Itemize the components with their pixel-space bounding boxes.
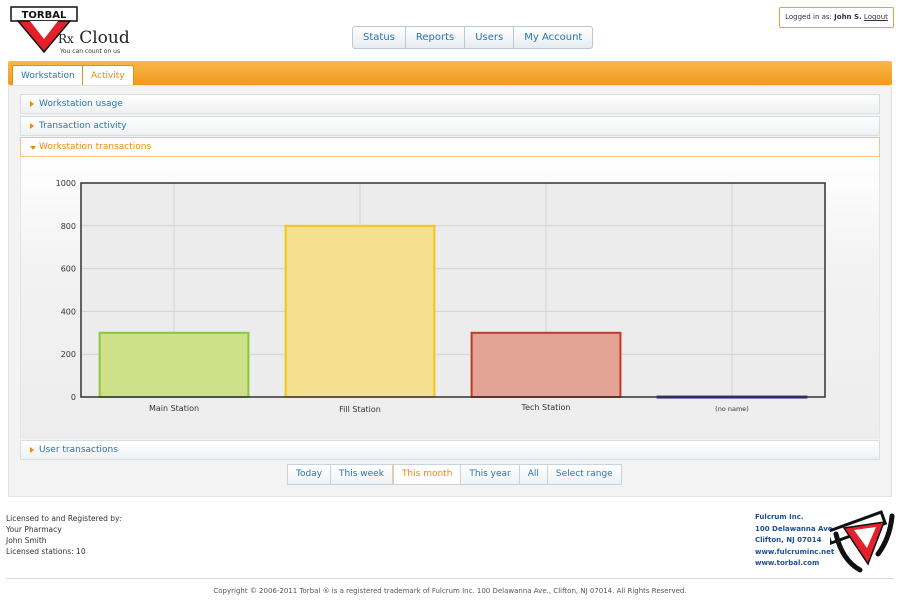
page: TORBAL Rx Cloud You can count on us Stat… xyxy=(0,0,900,604)
product-prefix: Rx xyxy=(58,32,74,46)
expand-arrow-icon xyxy=(30,123,34,129)
y-tick-label: 0 xyxy=(71,393,76,402)
license-stations: Licensed stations: 10 xyxy=(6,547,86,556)
torbal-corner-logo-icon xyxy=(830,510,895,573)
x-tick-label: Main Station xyxy=(149,404,199,413)
login-status: Logged in as: John S. Logout xyxy=(779,7,894,28)
bar xyxy=(284,224,436,398)
collapse-arrow-icon xyxy=(30,146,36,150)
main-nav: Status Reports Users My Account xyxy=(352,26,594,49)
bar xyxy=(98,331,250,398)
logo-wordmark: TORBAL xyxy=(22,10,67,21)
x-tick-label: Fill Station xyxy=(339,405,381,414)
y-tick-label: 600 xyxy=(61,265,76,274)
workstation-transactions-chart: 0 200 400 600 800 1000 Main Station Fill Statio… xyxy=(56,179,826,414)
nav-reports[interactable]: Reports xyxy=(406,27,466,48)
range-today[interactable]: Today xyxy=(288,465,332,484)
accordion-transaction-activity[interactable]: Transaction activity xyxy=(20,116,880,136)
footer-divider xyxy=(6,578,894,579)
y-tick-label: 200 xyxy=(61,350,76,359)
accordion-label: Workstation transactions xyxy=(39,142,152,152)
accordion-workstation-transactions[interactable]: Workstation transactions xyxy=(20,137,880,157)
accordion-user-transactions[interactable]: User transactions xyxy=(20,440,880,460)
company-address2: Clifton, NJ 07014 xyxy=(755,536,822,544)
tab-workstation[interactable]: Workstation xyxy=(12,65,84,85)
license-company: Your Pharmacy xyxy=(6,525,62,534)
logo-wordmark-text: TORBAL xyxy=(22,10,67,21)
company-website2[interactable]: www.torbal.com xyxy=(755,559,819,567)
accordion-label: Workstation usage xyxy=(39,99,123,109)
nav-users[interactable]: Users xyxy=(465,27,515,48)
license-heading: Licensed to and Registered by: xyxy=(6,514,122,523)
expand-arrow-icon xyxy=(30,101,34,107)
copyright: Copyright © 2006-2011 Torbal ® is a regi… xyxy=(213,587,687,595)
y-tick-label: 800 xyxy=(61,222,76,231)
nav-my-account[interactable]: My Account xyxy=(514,27,592,48)
range-all[interactable]: All xyxy=(519,465,548,484)
expand-arrow-icon xyxy=(30,447,34,453)
bar xyxy=(470,331,622,398)
license-person: John Smith xyxy=(6,536,47,545)
tab-activity[interactable]: Activity xyxy=(82,65,134,85)
company-name: Fulcrum Inc. xyxy=(755,513,804,521)
accordion-label: Transaction activity xyxy=(39,121,127,131)
company-website1[interactable]: www.fulcruminc.net xyxy=(755,548,834,556)
x-tick-label: (no name) xyxy=(715,405,749,413)
tagline: You can count on us xyxy=(60,48,121,55)
accordion-label: User transactions xyxy=(39,445,118,455)
tab-bar: Workstation Activity xyxy=(8,61,892,85)
range-select[interactable]: Select range xyxy=(547,465,621,484)
company-info: Fulcrum Inc. 100 Delawanna Ave. Clifton,… xyxy=(755,512,835,570)
range-this-week[interactable]: This week xyxy=(331,465,393,484)
license-info: Licensed to and Registered by: Your Phar… xyxy=(6,513,121,557)
login-user: John S. xyxy=(834,13,862,21)
range-this-month[interactable]: This month xyxy=(392,465,462,484)
company-address1: 100 Delawanna Ave. xyxy=(755,524,836,533)
y-tick-label: 400 xyxy=(61,307,76,316)
range-this-year[interactable]: This year xyxy=(461,465,520,484)
accordion-workstation-usage[interactable]: Workstation usage xyxy=(20,94,880,114)
nav-status[interactable]: Status xyxy=(353,27,406,48)
y-tick-label: 1000 xyxy=(56,179,76,188)
login-prefix: Logged in as: xyxy=(785,13,832,21)
x-tick-label: Tech Station xyxy=(521,403,571,412)
product-title: Cloud xyxy=(79,28,130,48)
logout-link[interactable]: Logout xyxy=(864,13,888,21)
date-range-selector: Today This week This month This year All… xyxy=(287,464,622,485)
product-name: Rx Cloud xyxy=(58,28,130,48)
